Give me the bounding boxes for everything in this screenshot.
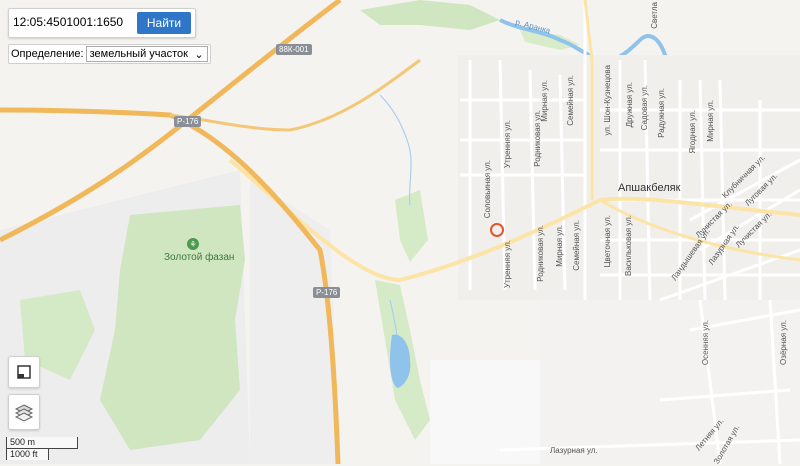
street-label: Мирная ул.: [540, 80, 549, 122]
street-label: Утренняя ул.: [503, 120, 512, 169]
poi-marker-glyph: ⚘: [189, 240, 196, 249]
street-label: Садовая ул.: [640, 85, 649, 131]
street-label: Мирная ул.: [555, 225, 564, 267]
chevron-down-icon: ⌄: [194, 48, 204, 61]
town-label: Апшакбеляк: [618, 182, 681, 194]
road-shield-r176: Р-176: [174, 116, 202, 127]
street-label: Осенняя ул.: [701, 320, 710, 366]
layers-button[interactable]: [8, 394, 40, 430]
street-label: Соловьиная ул.: [483, 160, 492, 219]
street-label: Васильковая ул.: [624, 215, 633, 277]
street-label: Утренняя ул.: [503, 240, 512, 289]
street-label: Семейная ул.: [566, 75, 575, 126]
town-area: [540, 300, 800, 464]
definition-label: Определение:: [11, 48, 84, 60]
scale-bar: 500 m 1000 ft: [6, 437, 78, 461]
search-panel: Найти: [8, 8, 196, 38]
street-label: Родниковая ул.: [536, 225, 545, 282]
definition-selected: земельный участок: [89, 48, 188, 60]
street-label: Светла: [650, 2, 659, 29]
fullscreen-icon: [17, 365, 31, 379]
scale-imperial: 1000 ft: [6, 449, 49, 460]
street-label: Мирная ул.: [706, 100, 715, 142]
definition-select[interactable]: земельный участок ⌄: [85, 46, 208, 62]
poi-label: Золотой фазан: [164, 252, 235, 263]
street-label: Семейная ул.: [572, 220, 581, 271]
search-input[interactable]: [11, 12, 135, 32]
fullscreen-button[interactable]: [8, 356, 40, 388]
road-shield-88k: 88К-001: [276, 44, 312, 55]
scale-metric: 500 m: [6, 437, 78, 449]
find-button[interactable]: Найти: [137, 12, 191, 34]
map-canvas[interactable]: ⚘: [0, 0, 800, 464]
road-shield-r176: Р-176: [313, 287, 341, 298]
street-label: Озёрная ул.: [779, 320, 788, 365]
street-label: Цветочная ул.: [603, 215, 612, 268]
street-label: Лазурная ул.: [550, 446, 598, 455]
street-label: ул. Шон-Кузнецова: [603, 65, 612, 136]
layers-icon: [14, 404, 34, 422]
definition-row: Определение: земельный участок ⌄: [8, 44, 211, 64]
street-label: Дружная ул.: [625, 82, 634, 128]
street-label: Ягодная ул.: [688, 110, 697, 154]
street-label: Радужная ул.: [657, 88, 666, 138]
